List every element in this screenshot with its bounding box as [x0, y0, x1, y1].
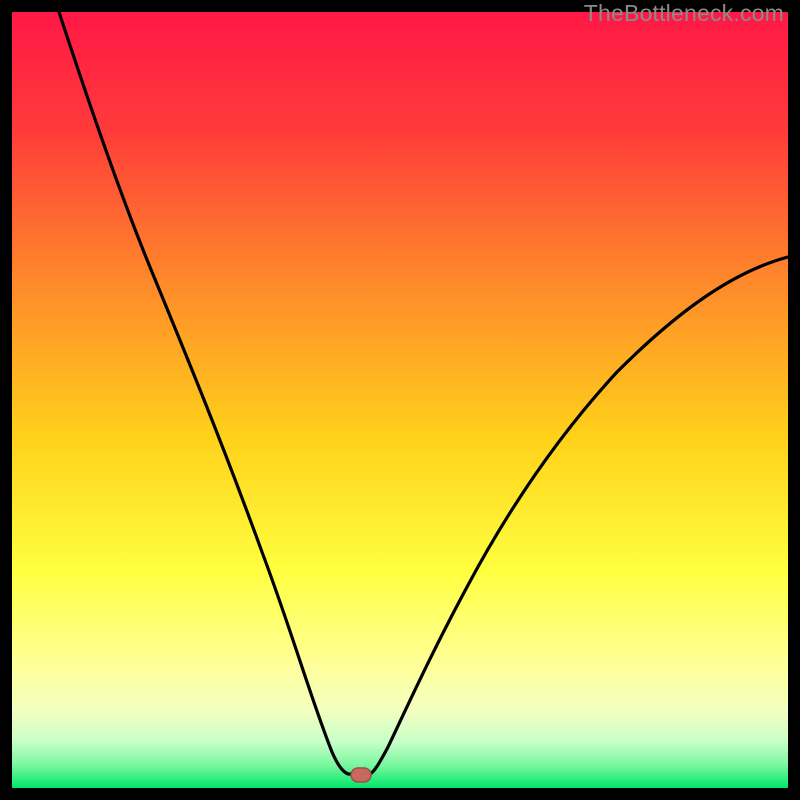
gradient-background	[12, 12, 788, 788]
watermark-text: TheBottleneck.com	[584, 0, 784, 27]
minimum-marker	[351, 768, 371, 782]
bottleneck-plot	[12, 12, 788, 788]
chart-frame	[12, 12, 788, 788]
